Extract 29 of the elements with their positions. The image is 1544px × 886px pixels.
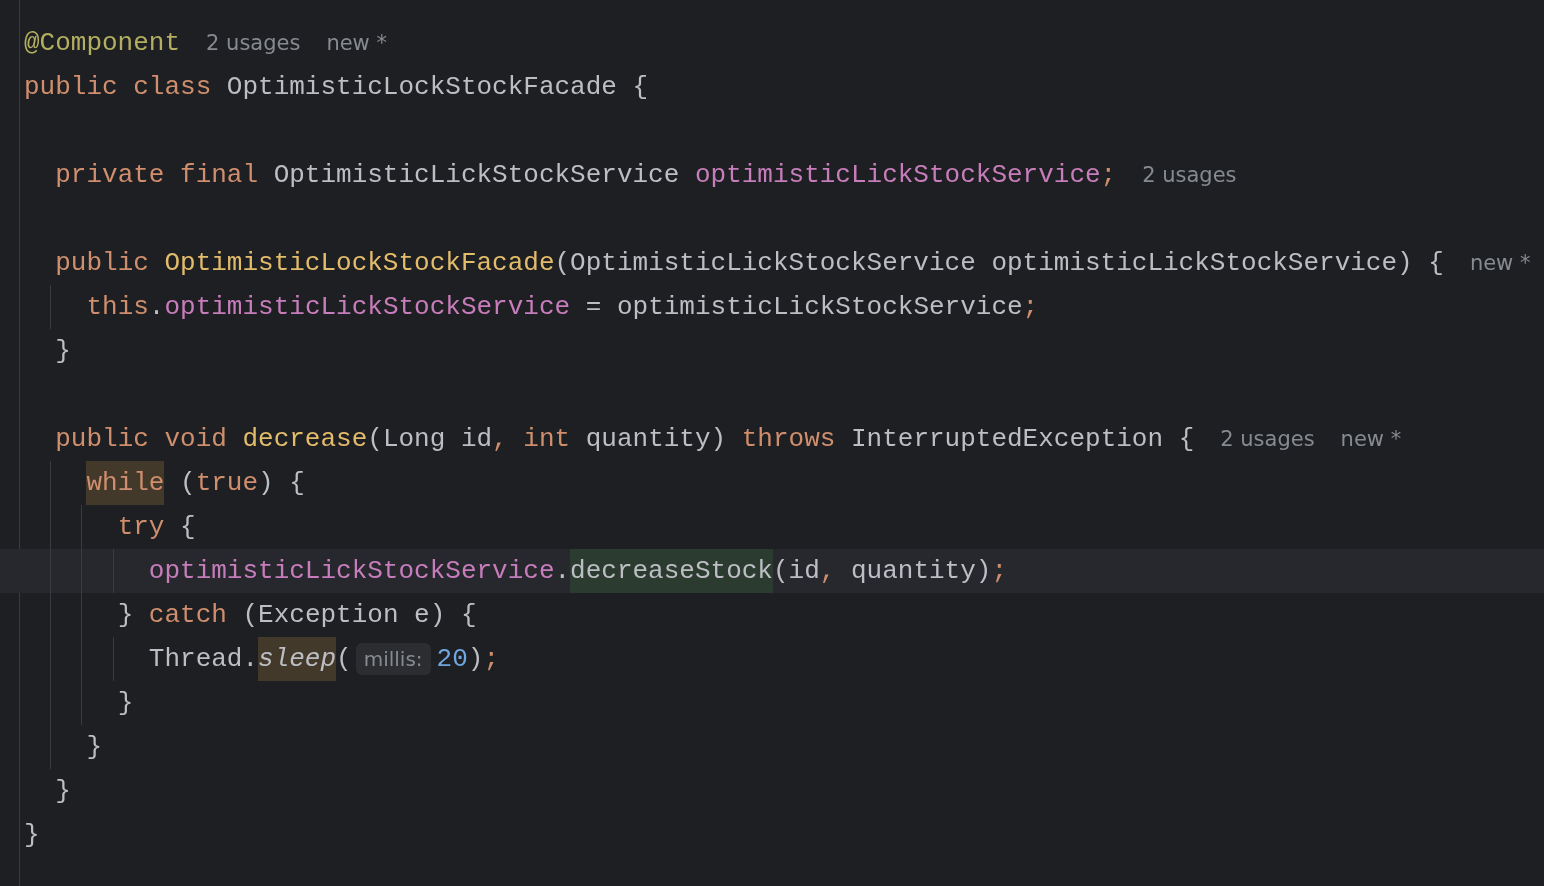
code-text: this.optimisticLickStockService = optimisticLickStockService; [86,292,1039,322]
code-text: public OptimisticLockStockFacade(OptimisticLickStockService optimisticLickStockService) { [55,248,1444,278]
highlighted-identifier: while [86,461,165,505]
code-text: } [24,820,40,850]
code-text: ( [336,644,352,674]
code-text: } catch (Exception e) { [117,600,477,630]
inlay-hint: 2 usages [1220,427,1315,451]
inlay-hint: 2 usages [206,31,301,55]
inlay-hint: new * [1469,251,1531,275]
inlay-hint: 2 usages [1142,163,1237,187]
inlay-hint: new * [1340,427,1402,451]
code-text: (true) { [179,468,305,498]
code-text: optimisticLickStockService. [148,556,571,586]
code-text: } [117,688,134,718]
highlighted-identifier: sleep [258,637,337,681]
code-text: } [55,776,71,806]
code-text: @Component [24,28,181,58]
code-text: private final OptimisticLickStockService optimisticLickStockService; [55,160,1117,190]
code-text: public class OptimisticLockStockFacade { [24,72,649,102]
code-text: } [86,732,103,762]
code-text: try { [117,512,196,542]
code-text: public void decrease(Long id, int quantity) throws InterruptedException { [55,424,1195,454]
code-text: 20); [436,644,499,674]
inlay-hint: new * [326,31,387,55]
code-text: } [55,336,71,366]
code-text: (id, quantity); [772,556,1008,586]
highlighted-identifier: decreaseStock [570,549,773,593]
parameter-hint: millis: [355,643,431,675]
code-text: Thread. [148,644,259,674]
